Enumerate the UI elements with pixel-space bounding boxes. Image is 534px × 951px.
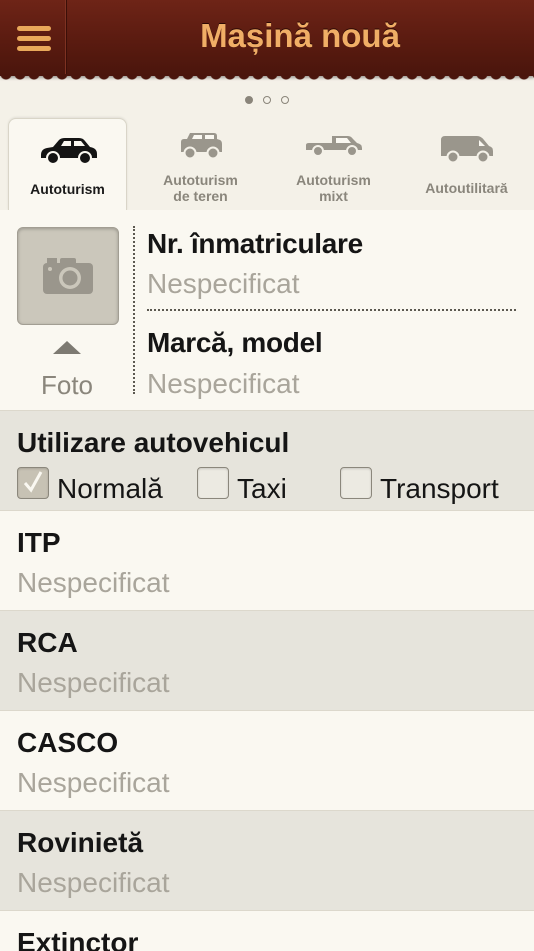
list-item-itp[interactable]: ITP Nespecificat — [0, 510, 534, 611]
make-model-label: Marcă, model — [147, 327, 323, 358]
page-dot-1[interactable] — [244, 96, 253, 104]
item-label: ITP — [17, 527, 61, 558]
photo-button[interactable] — [17, 227, 119, 325]
tab-autoturism-mixt[interactable]: Autoturism mixt — [275, 118, 392, 210]
item-label: Extinctor — [17, 927, 139, 951]
checkbox-label-taxi[interactable]: Taxi — [237, 473, 287, 505]
checkmark-icon — [23, 471, 43, 493]
make-model-field[interactable]: Nespecificat — [147, 368, 300, 400]
photo-label: Foto — [40, 370, 94, 400]
list-item-rca[interactable]: RCA Nespecificat — [0, 610, 534, 711]
usage-label: Utilizare autovehicul — [17, 427, 290, 458]
checkbox-label-normala[interactable]: Normală — [57, 473, 163, 505]
vertical-divider — [133, 226, 135, 394]
vehicle-type-tabs: Autoturism Autoturism de teren Autoturism… — [0, 118, 534, 211]
checkbox-taxi[interactable] — [197, 467, 229, 499]
page-indicator[interactable] — [0, 96, 534, 108]
collapse-arrow-icon[interactable] — [53, 341, 81, 354]
list-item-casco[interactable]: CASCO Nespecificat — [0, 710, 534, 811]
plate-number-field[interactable]: Nespecificat — [147, 268, 300, 300]
tab-autoturism[interactable]: Autoturism — [8, 118, 127, 211]
item-value: Nespecificat — [17, 567, 170, 598]
list-item-rovinieta[interactable]: Rovinietă Nespecificat — [0, 810, 534, 911]
checkbox-normala[interactable] — [17, 467, 49, 499]
tab-label: Autoturism — [30, 181, 105, 197]
plate-number-label: Nr. înmatriculare — [147, 228, 363, 259]
page-dot-3[interactable] — [281, 96, 290, 104]
page-dot-2[interactable] — [263, 96, 271, 104]
tab-autoturism-de-teren[interactable]: Autoturism de teren — [142, 118, 259, 210]
item-label: RCA — [17, 627, 78, 658]
tab-label: Autoutilitară — [425, 180, 508, 196]
checkbox-transport[interactable] — [340, 467, 372, 499]
item-label: CASCO — [17, 727, 119, 758]
horizontal-divider — [147, 309, 516, 311]
checkbox-label-transport[interactable]: Transport — [380, 473, 499, 505]
list-item-extinctor[interactable]: Extinctor — [0, 910, 534, 951]
tab-label: Autoturism mixt — [296, 172, 371, 204]
usage-section: Utilizare autovehicul Normală Taxi Trans… — [0, 410, 534, 511]
tab-autoutilitara[interactable]: Autoutilitară — [408, 118, 525, 210]
van-icon — [440, 136, 493, 164]
item-label: Rovinietă — [17, 827, 144, 858]
camera-icon — [43, 258, 93, 294]
pickup-icon — [305, 136, 362, 157]
app-header: Mașină nouă — [0, 0, 534, 82]
item-value: Nespecificat — [17, 867, 170, 898]
menu-button[interactable] — [0, 0, 67, 76]
item-value: Nespecificat — [17, 767, 170, 798]
item-value: Nespecificat — [17, 667, 170, 698]
tab-label: Autoturism de teren — [163, 172, 238, 204]
car-icon — [40, 138, 97, 165]
suv-icon — [180, 133, 222, 160]
page-title: Mașină nouă — [200, 17, 400, 54]
vehicle-form: Foto Nr. înmatriculare Nespecificat Marc… — [0, 210, 534, 951]
